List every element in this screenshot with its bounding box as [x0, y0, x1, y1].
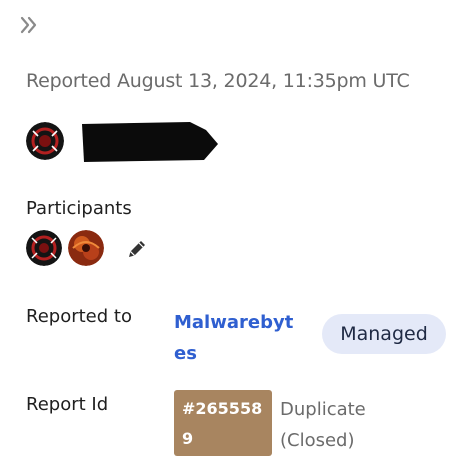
participants-label: Participants: [26, 198, 132, 219]
managed-badge: Managed: [322, 314, 446, 354]
report-state: Duplicate (Closed): [280, 399, 366, 451]
participant-avatar-icon[interactable]: [26, 230, 62, 266]
participants-row: [26, 230, 186, 268]
report-id-label: Report Id: [26, 394, 109, 415]
reporter-name-redacted: [78, 120, 218, 164]
reported-date: Reported August 13, 2024, 11:35pm UTC: [26, 70, 410, 92]
report-id-badge[interactable]: #2655589: [174, 390, 272, 456]
double-chevron-right-icon: [20, 16, 37, 34]
edit-participants-button[interactable]: [124, 236, 150, 262]
program-link[interactable]: Malwarebytes: [174, 307, 304, 369]
reported-to-label: Reported to: [26, 306, 132, 327]
participant-avatar-icon[interactable]: [68, 230, 104, 266]
collapse-sidebar-button[interactable]: [16, 12, 42, 38]
pencil-icon: [129, 241, 145, 257]
reporter-avatar-icon[interactable]: [26, 122, 64, 160]
